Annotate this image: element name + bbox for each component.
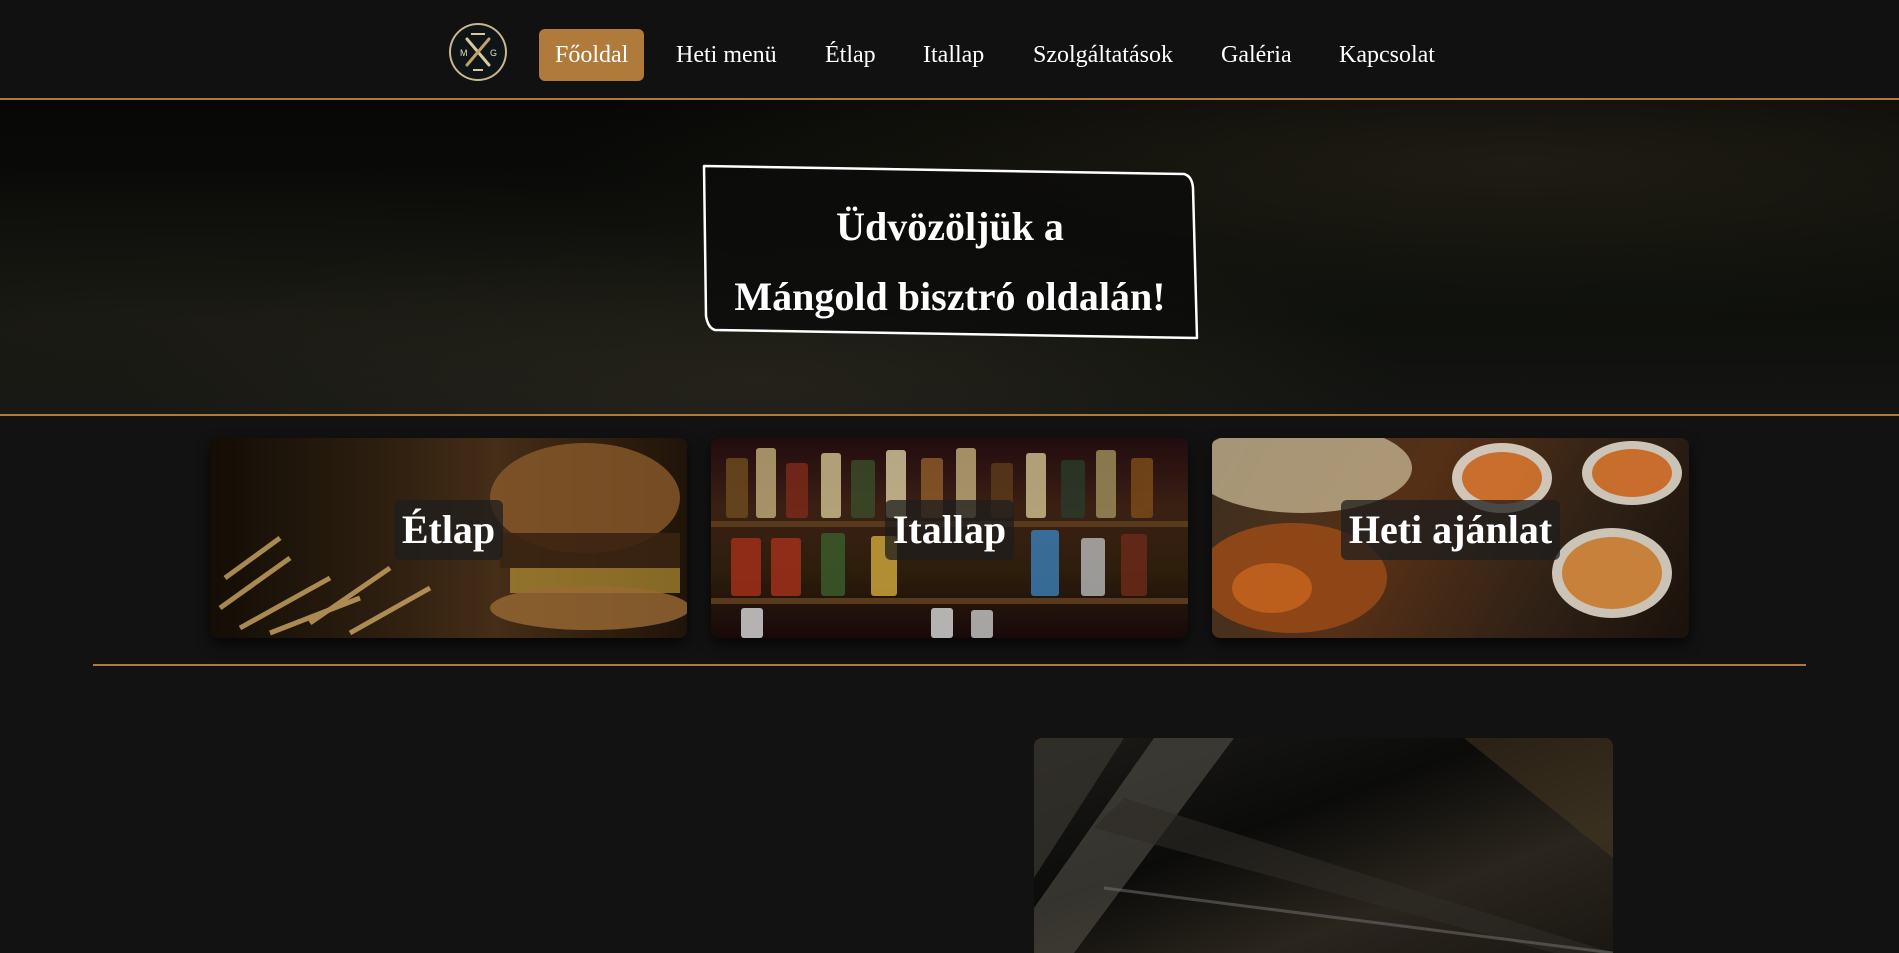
hero-title-line-2: Mángold bisztró oldalán! — [734, 274, 1166, 319]
card-heti-ajanlat-label: Heti ajánlat — [1340, 500, 1561, 560]
card-itallap[interactable]: Itallap — [711, 438, 1188, 638]
card-etlap[interactable]: Étlap — [210, 438, 687, 638]
top-navbar: M G Főoldal Heti menü Étlap Itallap Szol… — [0, 0, 1899, 100]
card-heti-ajanlat[interactable]: Heti ajánlat — [1212, 438, 1689, 638]
card-itallap-label: Itallap — [884, 500, 1015, 560]
logo-letter-g: G — [490, 48, 497, 58]
logo-letter-m: M — [460, 48, 468, 58]
section-divider — [93, 664, 1806, 666]
nav-item-szolgaltatasok[interactable]: Szolgáltatások — [1017, 29, 1189, 81]
interior-photo — [1034, 738, 1613, 953]
hero-title-line-1: Üdvözöljük a — [836, 204, 1064, 249]
nav-item-fooldal[interactable]: Főoldal — [539, 29, 645, 81]
ceiling-beams-image — [1034, 738, 1613, 953]
card-etlap-label-wrap: Étlap — [210, 500, 687, 560]
nav-item-kapcsolat[interactable]: Kapcsolat — [1323, 29, 1451, 81]
hero-title: Üdvözöljük a Mángold bisztró oldalán! — [700, 192, 1200, 332]
nav-item-etlap[interactable]: Étlap — [809, 29, 892, 81]
nav-item-heti-menu[interactable]: Heti menü — [660, 29, 793, 81]
bistro-logo[interactable]: M G — [449, 23, 507, 81]
nav-item-itallap[interactable]: Itallap — [907, 29, 1000, 81]
fork-knife-icon: M G — [460, 33, 497, 71]
nav-item-galeria[interactable]: Galéria — [1205, 29, 1308, 81]
hero-banner: Üdvözöljük a Mángold bisztró oldalán! — [0, 100, 1899, 416]
card-itallap-label-wrap: Itallap — [711, 500, 1188, 560]
card-heti-ajanlat-label-wrap: Heti ajánlat — [1212, 500, 1689, 560]
card-etlap-label: Étlap — [393, 500, 504, 560]
